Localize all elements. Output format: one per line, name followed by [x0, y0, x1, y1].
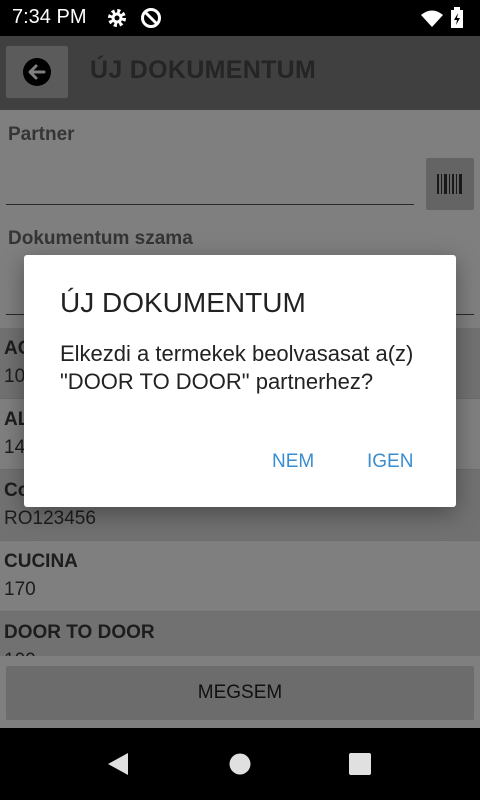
battery-charging-icon: [451, 7, 463, 28]
no-sync-icon: [141, 8, 161, 28]
navigation-bar: [0, 728, 480, 800]
wifi-icon: [421, 10, 443, 27]
no-button[interactable]: NEM: [272, 451, 314, 473]
nav-home-icon[interactable]: [229, 753, 251, 775]
confirm-dialog: ÚJ DOKUMENTUM Elkezdi a termekek beolvas…: [24, 255, 456, 507]
dialog-title: ÚJ DOKUMENTUM: [60, 287, 306, 318]
status-time: 7:34 PM: [12, 6, 87, 28]
yes-button[interactable]: IGEN: [367, 451, 413, 473]
status-bar: 7:34 PM: [0, 0, 480, 36]
gear-icon: [108, 9, 126, 27]
nav-back-icon[interactable]: [106, 752, 130, 776]
dialog-message: Elkezdi a termekek beolvasasat a(z) "DOO…: [60, 341, 414, 394]
status-left-icons: [106, 7, 166, 29]
status-right-icons: [420, 7, 470, 29]
nav-recent-apps-icon[interactable]: [349, 753, 371, 775]
